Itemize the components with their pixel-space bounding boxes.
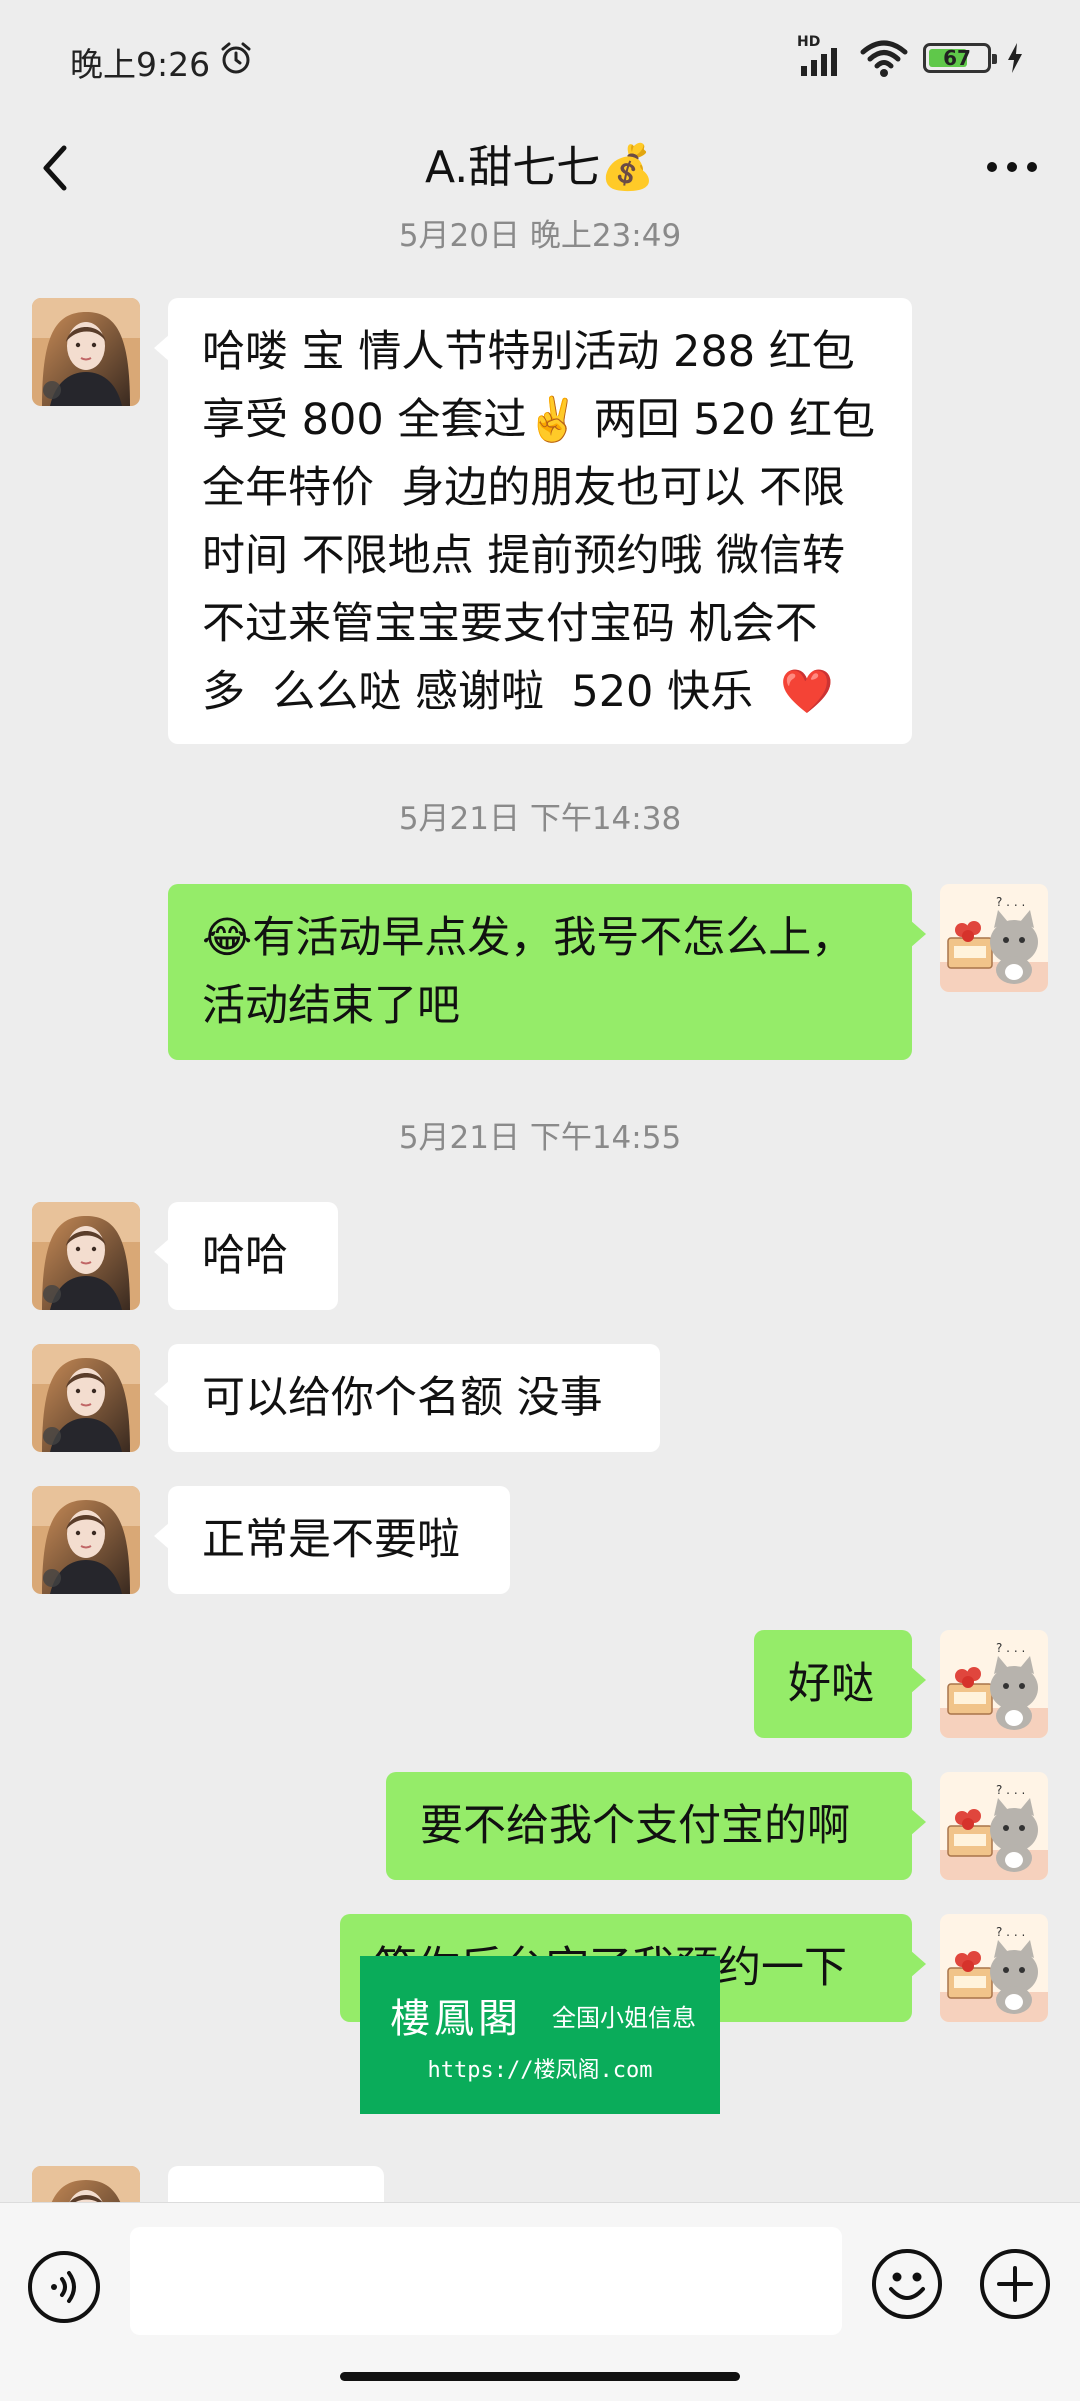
message-bubble-outgoing[interactable]: 😂有活动早点发，我号不怎么上， 活动结束了吧 [168, 884, 926, 1060]
message-bubble-incoming[interactable] [168, 2166, 384, 2202]
status-indicators: HD 67 [797, 34, 1025, 80]
message-input[interactable] [130, 2227, 842, 2335]
contact-avatar[interactable] [32, 298, 140, 406]
timestamp: 5月20日 晚上23:49 [398, 218, 682, 254]
my-avatar[interactable] [940, 1630, 1048, 1738]
watermark-overlay: 樓鳳閣 全国小姐信息 https://楼凤阁.com [360, 1956, 720, 2114]
alarm-clock-icon [221, 42, 251, 74]
contact-avatar[interactable] [32, 2166, 140, 2202]
message-bubble-incoming[interactable]: 正常是不要啦 [154, 1486, 510, 1594]
battery-level: 67 [943, 46, 971, 70]
message-list[interactable]: 5月20日 晚上23:49 哈喽 宝 情人节特别活动 288 红包 享受 800… [0, 218, 1080, 2202]
timestamp: 5月21日 下午14:38 [398, 801, 682, 837]
cell-signal-icon: HD [797, 34, 845, 78]
status-bar: 晚上9:26 HD 67 [0, 0, 1080, 118]
timestamp: 5月21日 下午14:55 [398, 1120, 682, 1156]
message-bubble-outgoing[interactable]: 好哒 [754, 1630, 926, 1738]
plus-icon[interactable] [978, 2247, 1052, 2321]
message-bubble-outgoing[interactable]: 要不给我个支付宝的啊 [386, 1772, 926, 1880]
my-avatar[interactable] [940, 884, 1048, 992]
contact-avatar[interactable] [32, 1486, 140, 1594]
my-avatar[interactable] [940, 1914, 1048, 2022]
status-time: 晚上9:26 [70, 45, 211, 84]
message-bubble-incoming[interactable]: 可以给你个名额 没事 [154, 1344, 660, 1452]
home-indicator[interactable] [340, 2372, 740, 2381]
watermark-subtitle: 全国小姐信息 [552, 2004, 696, 2032]
contact-avatar[interactable] [32, 1344, 140, 1452]
battery-icon: 67 [923, 43, 997, 73]
message-bubble-incoming[interactable]: 哈哈 [154, 1202, 338, 1310]
watermark-logo-text: 樓鳳閣 [390, 1996, 522, 2042]
chat-header: A.甜七七💰 [0, 118, 1080, 218]
more-dots-icon[interactable] [982, 142, 1042, 192]
my-avatar[interactable] [940, 1772, 1048, 1880]
chat-title: A.甜七七💰 [424, 142, 656, 193]
voice-icon[interactable] [28, 2251, 100, 2323]
charging-bolt-icon [1008, 43, 1022, 73]
contact-avatar[interactable] [32, 1202, 140, 1310]
watermark-url: https://楼凤阁.com [427, 2058, 653, 2083]
battery-cap [992, 54, 997, 64]
emoji-icon[interactable] [870, 2247, 944, 2321]
message-bubble-incoming[interactable]: 哈喽 宝 情人节特别活动 288 红包 享受 800 全套过✌️ 两回 520 … [154, 298, 912, 744]
wifi-icon [860, 40, 908, 77]
